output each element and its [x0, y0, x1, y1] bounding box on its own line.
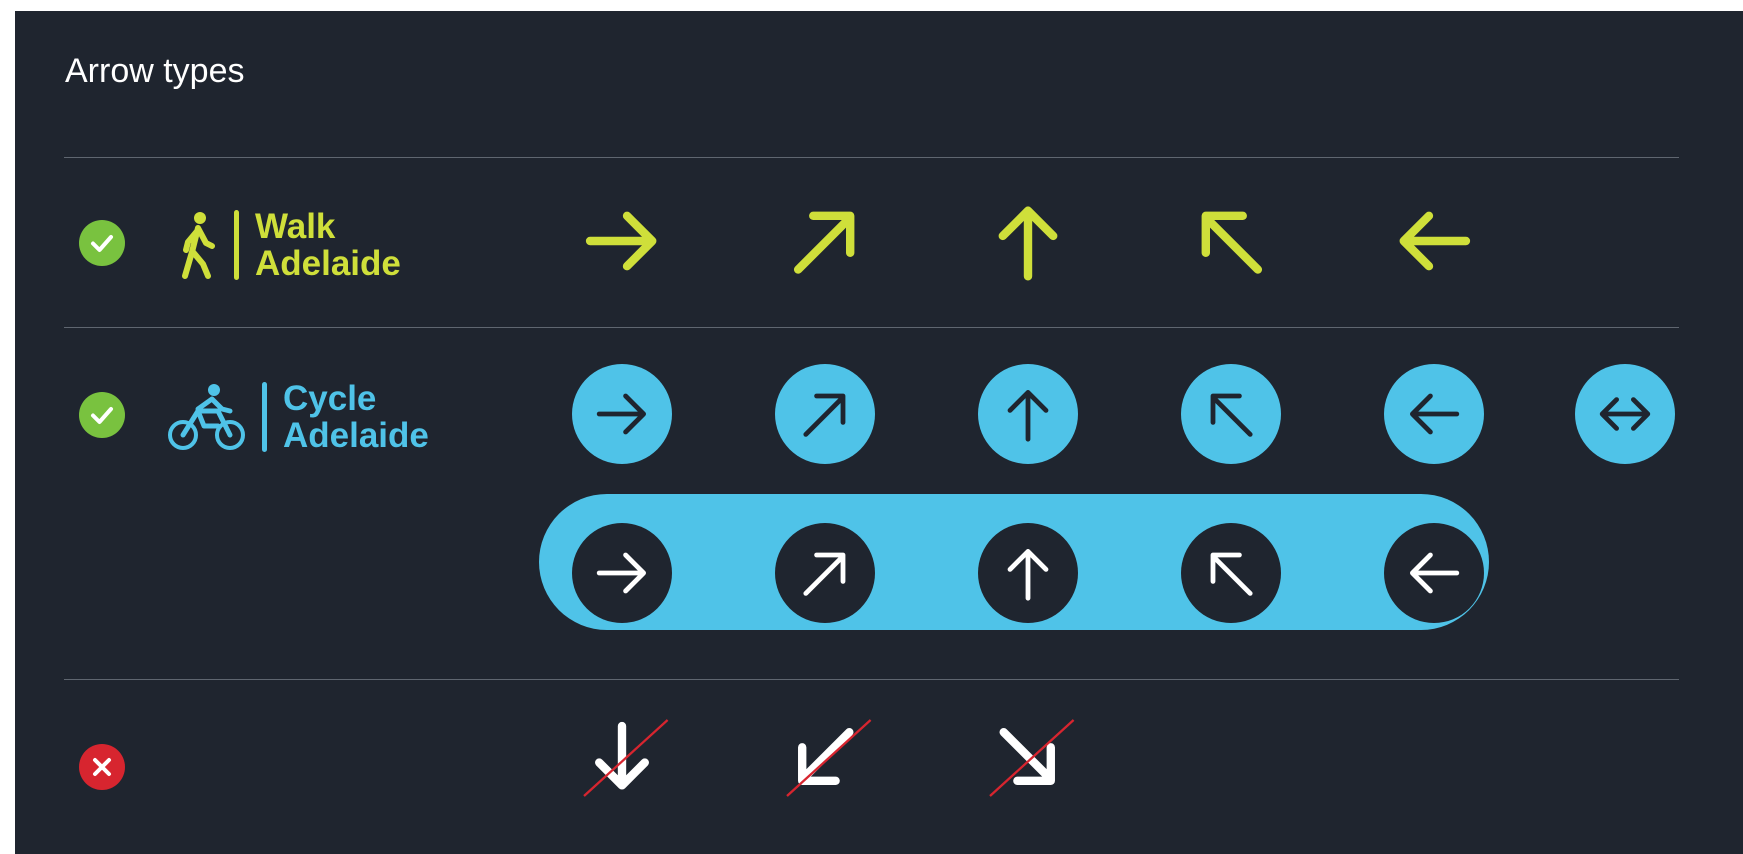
arrow-up-icon [978, 523, 1078, 623]
arrow-stroke [1201, 211, 1263, 274]
arrow-stroke [1399, 211, 1471, 271]
arrow-left-icon [1384, 523, 1484, 623]
arrow-left-icon [1399, 211, 1471, 271]
arrow-stroke [793, 211, 855, 274]
logo-divider [234, 210, 239, 280]
cycle-adelaide-wordmark: Cycle Adelaide [283, 380, 429, 454]
wordmark-line: Adelaide [255, 244, 401, 283]
wordmark-line: Walk [255, 207, 336, 246]
approved-status-check-icon [79, 392, 125, 438]
arrow-left-right-icon [1575, 364, 1675, 464]
bicycle-icon [168, 384, 245, 450]
divider [64, 679, 1679, 680]
wordmark-line: Adelaide [283, 416, 429, 455]
arrow-stroke [798, 727, 854, 785]
arrow-down-icon [583, 719, 669, 797]
page-title: Arrow types [65, 52, 245, 90]
arrow-up-left-icon [1201, 211, 1263, 274]
arrow-up-right-icon [793, 211, 855, 274]
arrow-up-left-icon [1181, 364, 1281, 464]
pedestrian-icon [182, 212, 215, 279]
arrow-down-left-icon [786, 719, 872, 797]
arrow-stroke [998, 206, 1058, 281]
arrow-stroke [999, 727, 1055, 785]
arrow-up-left-icon [1181, 523, 1281, 623]
arrow-right-icon [572, 523, 672, 623]
arrow-up-right-icon [775, 364, 875, 464]
arrow-up-icon [998, 206, 1058, 281]
rejected-status-cross-icon [79, 744, 125, 790]
arrow-up-icon [978, 364, 1078, 464]
arrow-down-right-icon [989, 719, 1075, 797]
arrow-right-icon [572, 364, 672, 464]
approved-status-check-icon [79, 220, 125, 266]
arrow-right-icon [585, 211, 657, 271]
arrow-stroke [585, 211, 657, 271]
logo-divider [262, 382, 267, 452]
cycle-adelaide-logo: Cycle Adelaide [168, 380, 429, 454]
divider [64, 327, 1679, 328]
walk-adelaide-logo: Walk Adelaide [178, 208, 401, 282]
arrow-left-icon [1384, 364, 1484, 464]
wordmark-line: Cycle [283, 379, 377, 418]
arrow-up-right-icon [775, 523, 875, 623]
walk-adelaide-wordmark: Walk Adelaide [255, 208, 401, 282]
divider [64, 157, 1679, 158]
